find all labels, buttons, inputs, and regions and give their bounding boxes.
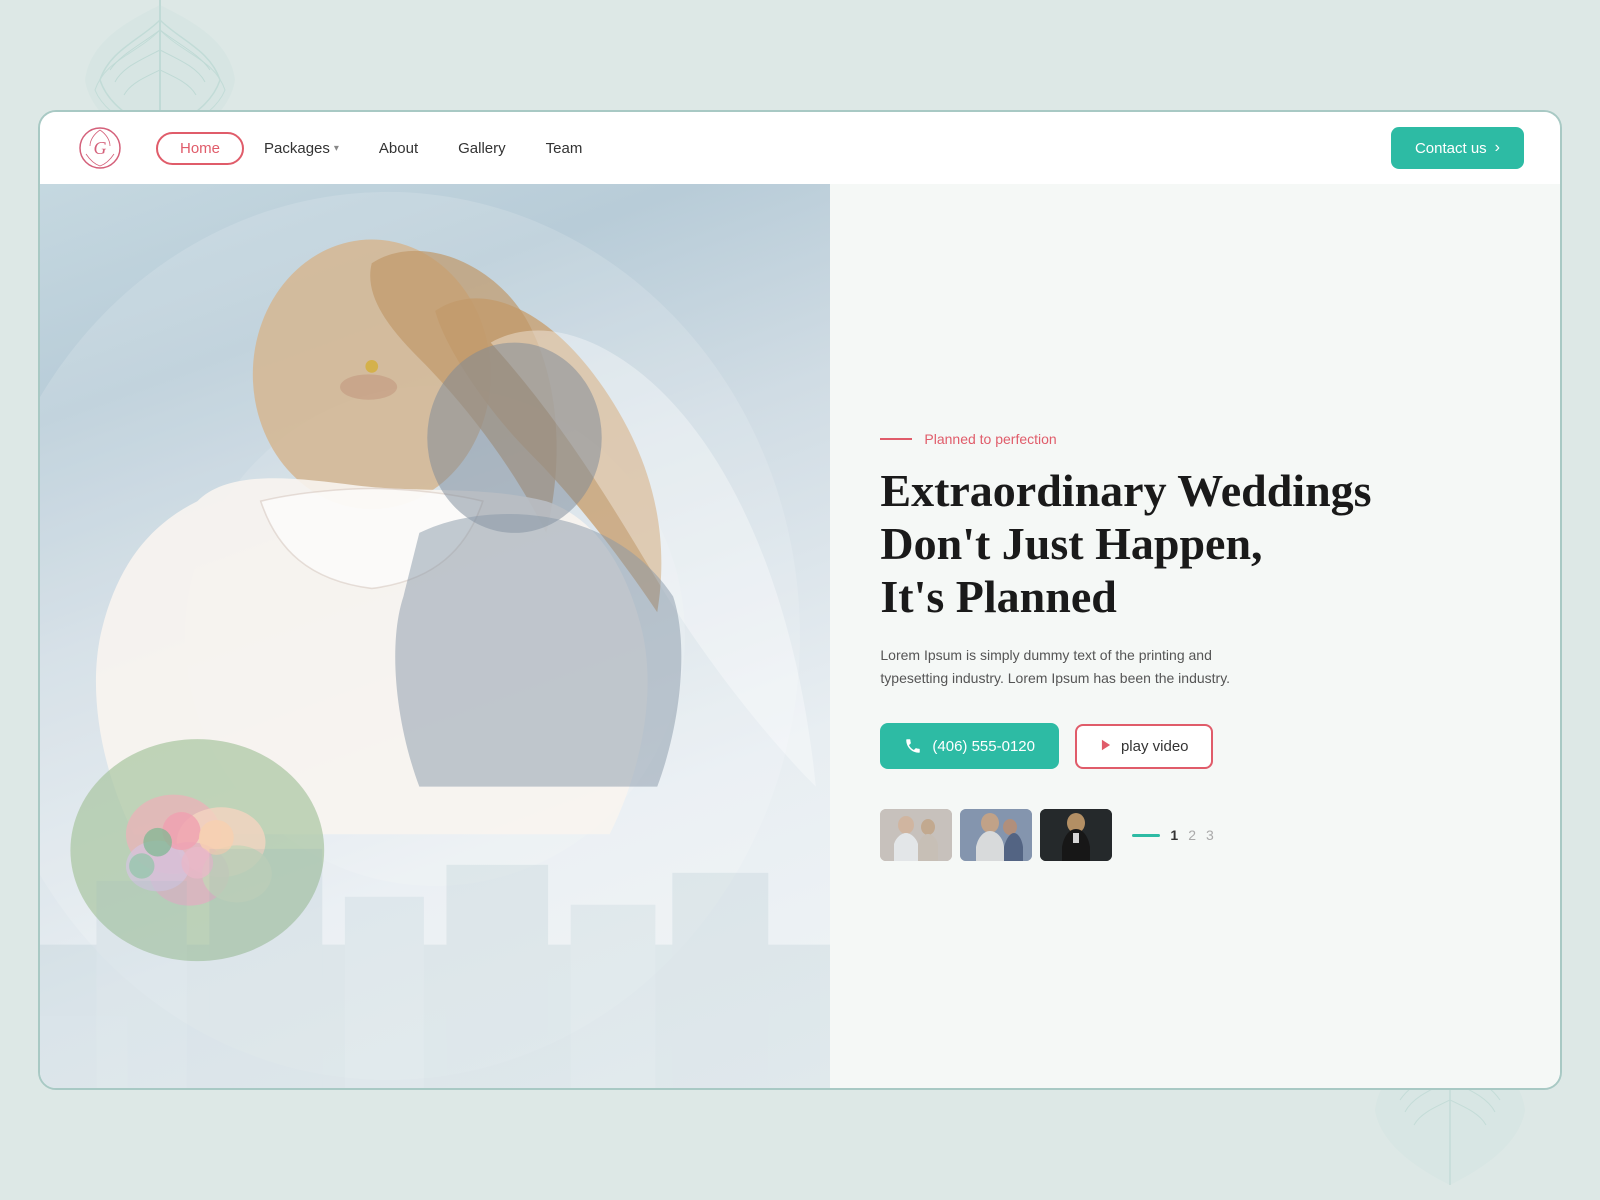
phone-icon [904, 737, 922, 755]
thumb-2-img [960, 809, 1032, 861]
nav-gallery[interactable]: Gallery [438, 132, 526, 165]
thumb-3-img [1040, 809, 1112, 861]
thumb-1-img [880, 809, 952, 861]
tagline-line [880, 438, 912, 440]
play-video-button[interactable]: play video [1075, 724, 1213, 769]
pagination-line [1132, 834, 1160, 837]
nav-home[interactable]: Home [156, 132, 244, 165]
nav-about[interactable]: About [359, 132, 438, 165]
thumbnails: 1 2 3 [880, 809, 1510, 861]
nav-links: Home Packages ▾ About Gallery Team [156, 132, 1391, 165]
contact-button[interactable]: Contact us › [1391, 127, 1524, 169]
arrow-right-icon: › [1495, 139, 1500, 157]
nav-packages[interactable]: Packages ▾ [244, 132, 359, 165]
play-triangle-icon [1099, 738, 1113, 752]
hero-description: Lorem Ipsum is simply dummy text of the … [880, 644, 1260, 692]
tagline-text: Planned to perfection [924, 431, 1056, 447]
hero-section: Planned to perfection Extraordinary Wedd… [40, 184, 1560, 1088]
thumbnail-3[interactable] [1040, 809, 1112, 861]
logo-icon: G [76, 124, 124, 172]
page-number-3[interactable]: 3 [1206, 827, 1214, 843]
thumbnail-2[interactable] [960, 809, 1032, 861]
svg-text:G: G [94, 138, 107, 158]
pagination: 1 2 3 [1132, 827, 1213, 843]
page-number-2[interactable]: 2 [1188, 827, 1196, 843]
logo[interactable]: G [76, 124, 124, 172]
tagline: Planned to perfection [880, 431, 1510, 447]
play-icon [1099, 738, 1113, 755]
nav-team[interactable]: Team [526, 132, 603, 165]
thumbnail-1[interactable] [880, 809, 952, 861]
hero-image-area [40, 184, 830, 1088]
phone-button[interactable]: (406) 555-0120 [880, 723, 1059, 769]
main-card: G Home Packages ▾ About Gallery [38, 110, 1562, 1090]
hero-title: Extraordinary Weddings Don't Just Happen… [880, 465, 1510, 624]
hero-buttons: (406) 555-0120 play video [880, 723, 1510, 769]
hero-content: Planned to perfection Extraordinary Wedd… [830, 184, 1560, 1088]
background-scenery [40, 817, 830, 1088]
navbar: G Home Packages ▾ About Gallery [40, 112, 1560, 184]
page-number-1[interactable]: 1 [1170, 827, 1178, 843]
chevron-down-icon: ▾ [334, 143, 339, 154]
